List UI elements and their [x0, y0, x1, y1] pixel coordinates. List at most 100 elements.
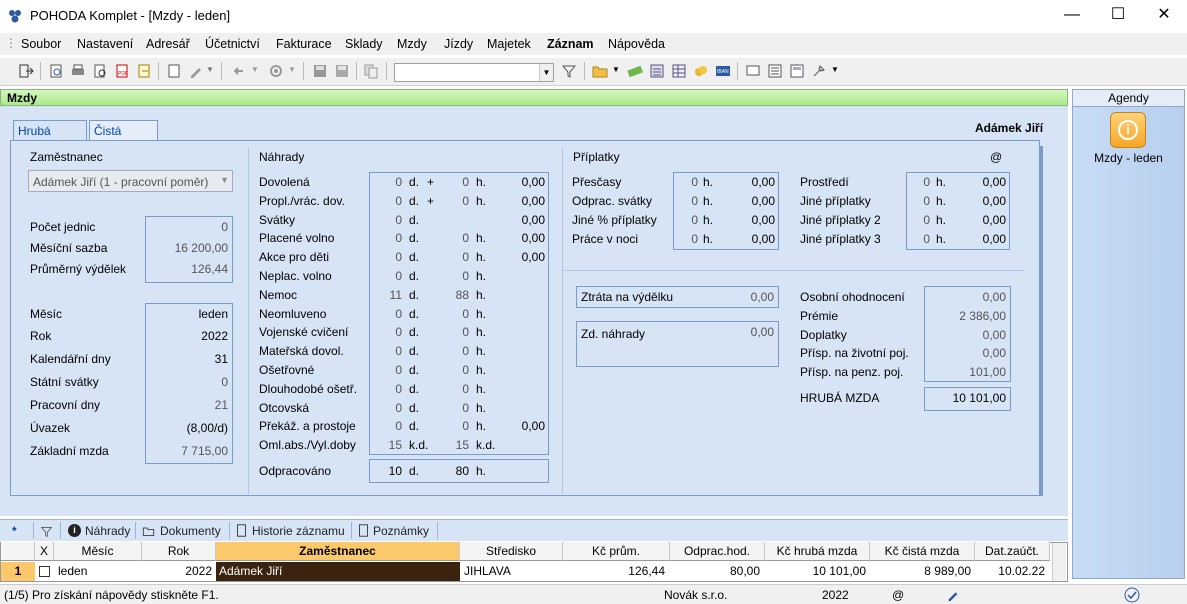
- priplatky-amount: 0,00: [982, 232, 1006, 246]
- nahrady-days: 0: [395, 250, 402, 265]
- cell-kc-prum[interactable]: 126,44: [563, 562, 665, 581]
- menu-majetek[interactable]: Majetek: [487, 37, 531, 51]
- sign-icon[interactable]: [946, 588, 960, 602]
- table-icon[interactable]: [671, 63, 687, 79]
- filter-icon[interactable]: [40, 525, 53, 538]
- maximize-button[interactable]: ☐: [1095, 0, 1141, 32]
- iban-icon[interactable]: IBAN: [715, 63, 731, 79]
- at-icon[interactable]: @: [990, 150, 1002, 164]
- label-odpracovano: Odpracováno: [259, 464, 332, 478]
- priplatky-amount: 0,00: [982, 213, 1006, 227]
- menu-nastaveni[interactable]: Nastavení: [77, 37, 133, 51]
- chevron-down-icon[interactable]: ▼: [612, 65, 620, 74]
- col-kc-hruba[interactable]: Kč hrubá mzda: [765, 542, 870, 561]
- cell-dat-zauct[interactable]: 10.02.22: [975, 562, 1045, 581]
- cell-rok[interactable]: 2022: [142, 562, 212, 581]
- col-kc-prum[interactable]: Kč prům.: [563, 542, 670, 561]
- tab-nahrady[interactable]: Náhrady: [79, 522, 136, 540]
- value-uvazek: (8,00/d): [186, 421, 228, 435]
- nahrady-days-unit: d.: [409, 212, 420, 227]
- row-checkbox[interactable]: [39, 566, 50, 577]
- value-zakladni-mzda: 7 715,00: [181, 444, 228, 458]
- col-kc-cista[interactable]: Kč čistá mzda: [870, 542, 975, 561]
- chevron-down-icon[interactable]: ▼: [288, 65, 296, 74]
- value-hruba-mzda: 10 101,00: [952, 391, 1006, 405]
- folder-icon[interactable]: [592, 63, 608, 79]
- nahrady-hours: 0: [462, 344, 469, 359]
- chevron-down-icon[interactable]: ▼: [251, 65, 259, 74]
- calculator-icon[interactable]: [649, 63, 665, 79]
- cell-stredisko[interactable]: JIHLAVA: [464, 562, 511, 581]
- cell-odprac-hod[interactable]: 80,00: [670, 562, 760, 581]
- tab-cista-mzda[interactable]: Čistá mzda: [89, 120, 158, 152]
- menu-ucetnictvi[interactable]: Účetnictví: [205, 37, 260, 51]
- menu-sklady[interactable]: Sklady: [345, 37, 383, 51]
- save-as-icon[interactable]: [334, 63, 350, 79]
- row-number[interactable]: 1: [1, 562, 35, 581]
- chevron-down-icon[interactable]: ▼: [831, 65, 839, 74]
- menu-fakturace[interactable]: Fakturace: [276, 37, 332, 51]
- tab-dokumenty[interactable]: Dokumenty: [154, 522, 227, 540]
- tab-hruba-mzda[interactable]: Hrubá mzda: [13, 120, 87, 152]
- edit-icon[interactable]: [188, 63, 204, 79]
- search-combo[interactable]: ▼: [394, 63, 554, 82]
- gear-icon[interactable]: [268, 63, 284, 79]
- mzdy-agenda-icon[interactable]: i: [1110, 112, 1146, 148]
- cell-kc-cista[interactable]: 8 989,00: [870, 562, 971, 581]
- filter-icon[interactable]: [561, 63, 577, 79]
- coins-icon[interactable]: [693, 63, 709, 79]
- col-zamestnanec[interactable]: Zaměstnanec: [216, 542, 460, 561]
- tools-icon[interactable]: [811, 63, 827, 79]
- check-circle-icon[interactable]: [1124, 587, 1140, 603]
- form-icon[interactable]: [789, 63, 805, 79]
- money-icon[interactable]: [627, 63, 643, 79]
- menu-adresar[interactable]: Adresář: [146, 37, 190, 51]
- preview-icon[interactable]: [48, 63, 64, 79]
- minimize-button[interactable]: —: [1049, 0, 1095, 32]
- menu-soubor[interactable]: Soubor: [21, 37, 61, 51]
- list-icon[interactable]: [767, 63, 783, 79]
- tab-historie[interactable]: Historie záznamu: [246, 522, 351, 540]
- cell-mesic[interactable]: leden: [58, 562, 87, 581]
- message-icon[interactable]: [745, 63, 761, 79]
- exit-icon[interactable]: [18, 63, 34, 79]
- menu-jizdy[interactable]: Jízdy: [444, 37, 473, 51]
- print-preview-icon[interactable]: [92, 63, 108, 79]
- col-x[interactable]: X: [35, 542, 54, 561]
- chevron-down-icon[interactable]: ▼: [539, 64, 553, 81]
- menu-mzdy[interactable]: Mzdy: [397, 37, 427, 51]
- tab-poznamky[interactable]: Poznámky: [367, 522, 435, 540]
- nahrady-hours: 0: [462, 269, 469, 283]
- menu-zaznam[interactable]: Záznam: [547, 37, 594, 51]
- chevron-down-icon[interactable]: ▼: [220, 175, 229, 185]
- employee-select[interactable]: Adámek Jiří (1 - pracovní poměr) ▼: [28, 170, 233, 192]
- nahrady-days: 0: [395, 400, 402, 415]
- nahrady-days: 0: [395, 344, 402, 359]
- pdf-icon[interactable]: PDF: [114, 63, 130, 79]
- grid-scrollbar[interactable]: [1052, 543, 1066, 581]
- back-arrow-icon[interactable]: [231, 63, 247, 79]
- status-at-icon[interactable]: @: [892, 588, 904, 602]
- col-dat-zauct[interactable]: Dat.zaúčt.: [975, 542, 1050, 561]
- summary-label: Osobní ohodnocení: [800, 290, 905, 304]
- col-rok[interactable]: Rok: [142, 542, 216, 561]
- cell-kc-hruba[interactable]: 10 101,00: [765, 562, 866, 581]
- summary-label: Přísp. na penz. poj.: [800, 365, 904, 380]
- summary-label: Prémie: [800, 308, 839, 323]
- mzdy-agenda-label[interactable]: Mzdy - leden: [1073, 151, 1184, 165]
- print-icon[interactable]: [70, 63, 86, 79]
- export-icon[interactable]: [136, 63, 152, 79]
- cell-zamestnanec[interactable]: Adámek Jiří: [216, 562, 460, 581]
- copy-icon[interactable]: [363, 63, 379, 79]
- save-icon[interactable]: [312, 63, 328, 79]
- tab-star[interactable]: *: [6, 522, 23, 540]
- col-odprac-hod[interactable]: Odprac.hod.: [670, 542, 765, 561]
- close-button[interactable]: ✕: [1141, 0, 1187, 32]
- nahrady-label: Mateřská dovol.: [259, 344, 344, 359]
- menu-napoveda[interactable]: Nápověda: [608, 37, 665, 51]
- nahrady-days-unit: d.: [409, 325, 420, 340]
- col-stredisko[interactable]: Středisko: [460, 542, 563, 561]
- chevron-down-icon[interactable]: ▼: [206, 65, 214, 74]
- new-record-icon[interactable]: [166, 63, 182, 79]
- col-mesic[interactable]: Měsíc: [54, 542, 142, 561]
